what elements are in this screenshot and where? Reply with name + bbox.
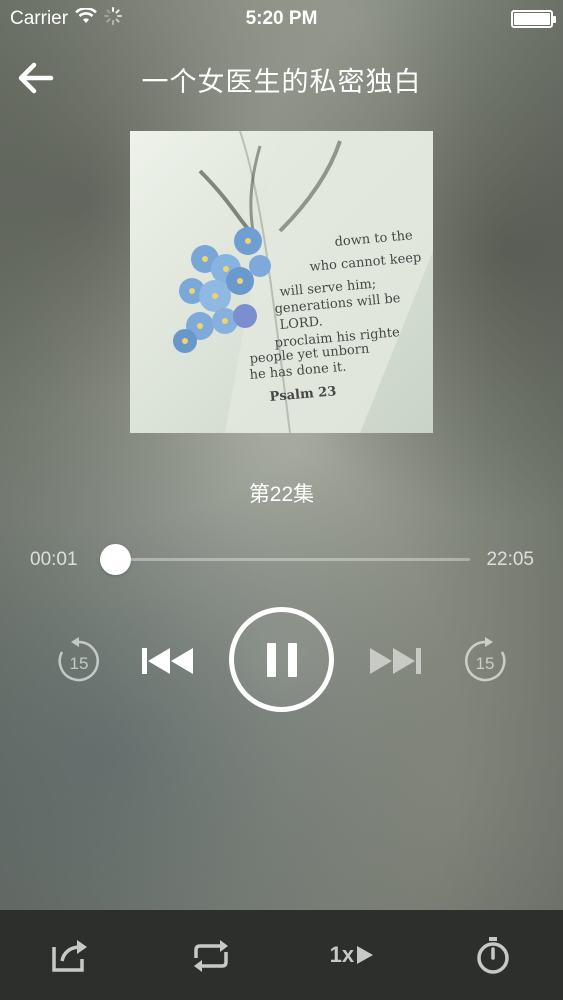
forward-15-button[interactable]: 15 xyxy=(460,636,510,686)
share-button[interactable] xyxy=(40,925,100,985)
progress-row: 00:01 22:05 xyxy=(0,540,563,580)
status-time: 5:20 PM xyxy=(245,8,318,29)
rewind-15-button[interactable]: 15 xyxy=(54,636,104,686)
rewind-label: 15 xyxy=(70,654,89,673)
album-cover: down to the who cannot keep will serve h… xyxy=(130,131,433,433)
pause-button[interactable] xyxy=(229,607,334,712)
header: 一个女医生的私密独白 xyxy=(0,50,563,106)
repeat-icon xyxy=(194,940,229,972)
battery-icon xyxy=(511,10,556,28)
next-button[interactable] xyxy=(368,644,423,678)
rewind-icon: 15 xyxy=(58,637,99,682)
play-triangle-icon xyxy=(357,946,374,964)
bottom-toolbar: 1x xyxy=(0,910,563,1000)
status-bar: Carrier 5:20 PM xyxy=(0,0,563,38)
battery-fill xyxy=(514,13,550,25)
speed-button[interactable]: 1x xyxy=(322,925,382,985)
skip-next-icon xyxy=(370,648,421,674)
pause-icon-bar-left xyxy=(266,642,276,677)
share-icon xyxy=(52,940,88,972)
progress-track[interactable] xyxy=(100,558,470,561)
page-title: 一个女医生的私密独白 xyxy=(141,67,422,97)
forward-label: 15 xyxy=(476,654,495,673)
stopwatch-icon xyxy=(476,937,509,974)
pause-icon-bar-right xyxy=(287,642,297,677)
previous-button[interactable] xyxy=(140,644,195,678)
skip-previous-icon xyxy=(142,648,193,674)
progress-thumb[interactable] xyxy=(99,544,131,575)
speed-label: 1x xyxy=(329,942,355,967)
total-time: 22:05 xyxy=(486,549,534,570)
episode-label: 第22集 xyxy=(248,483,315,506)
repeat-button[interactable] xyxy=(181,925,241,985)
forward-icon: 15 xyxy=(465,637,506,682)
sleep-timer-button[interactable] xyxy=(463,925,523,985)
playback-controls: 15 15 xyxy=(0,606,563,714)
current-time: 00:01 xyxy=(30,549,78,570)
